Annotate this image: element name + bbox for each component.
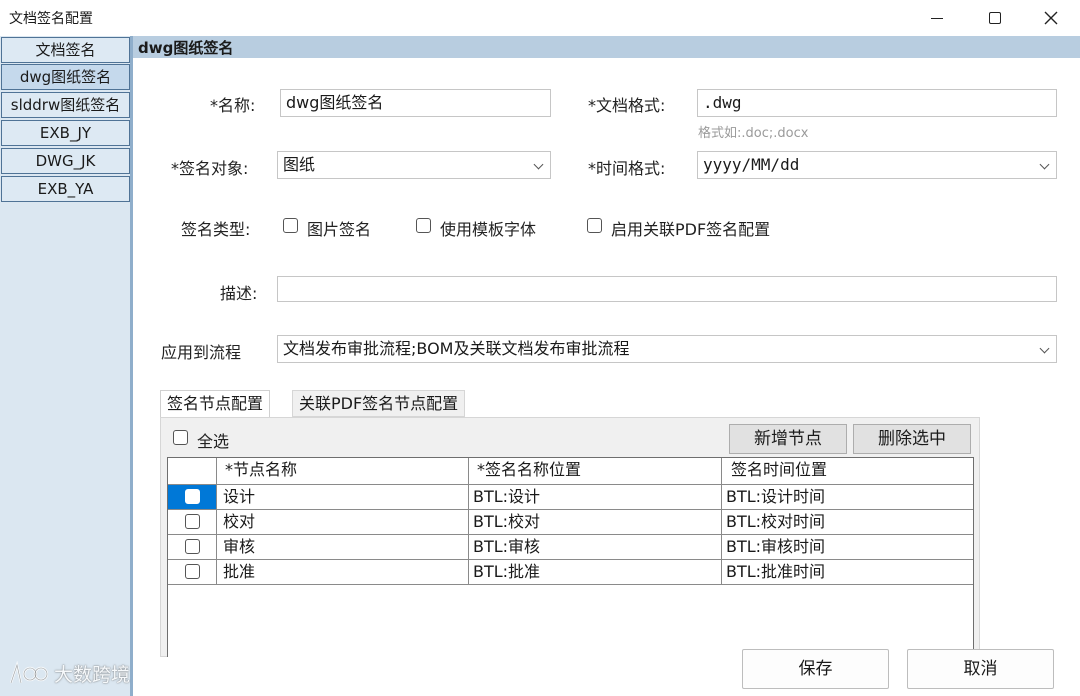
format-hint: 格式如:.doc;.docx (698, 126, 809, 141)
node-name-cell[interactable]: 批准 (223, 560, 255, 584)
node-name-cell[interactable]: 校对 (223, 510, 255, 534)
sidebar-item-dwg-jk[interactable]: DWG_JK (1, 148, 130, 174)
maximize-icon (989, 12, 1001, 24)
flow-select[interactable]: 文档发布审批流程;BOM及关联文档发布审批流程 (277, 335, 1057, 363)
sidebar-item-exb-jy[interactable]: EXB_JY (1, 120, 130, 146)
row-divider (168, 559, 973, 560)
sign-pos-cell[interactable]: BTL:审核 (473, 535, 540, 559)
watermark-logo-icon (9, 660, 48, 683)
minimize-icon (931, 17, 943, 19)
name-label: *名称: (210, 96, 256, 115)
sidebar-item-label: 文档签名 (35, 41, 96, 59)
pdf-sign-label: 启用关联PDF签名配置 (611, 220, 771, 239)
column-header-time-pos[interactable]: 签名时间位置 (731, 458, 827, 482)
row-checkbox[interactable] (185, 489, 200, 504)
column-divider (216, 458, 217, 584)
format-input[interactable]: .dwg (697, 89, 1057, 117)
add-node-button[interactable]: 新增节点 (729, 424, 847, 454)
watermark-text: 大数跨境 (54, 664, 131, 686)
sidebar-item-slddrw-sign[interactable]: slddrw图纸签名 (1, 92, 130, 118)
sidebar-item-label: dwg图纸签名 (19, 68, 112, 86)
row-divider (168, 484, 973, 485)
maximize-button[interactable] (966, 0, 1024, 36)
sign-pos-cell[interactable]: BTL:批准 (473, 560, 540, 584)
row-divider (168, 509, 973, 510)
time-pos-cell[interactable]: BTL:设计时间 (726, 485, 825, 509)
node-name-cell[interactable]: 设计 (223, 485, 255, 509)
pdf-sign-checkbox[interactable] (587, 218, 602, 233)
image-sign-label: 图片签名 (307, 220, 372, 239)
image-sign-checkbox[interactable] (283, 218, 298, 233)
column-header-sign-pos[interactable]: *签名名称位置 (477, 458, 581, 482)
time-format-value: yyyy/MM/dd (703, 155, 800, 174)
desc-label: 描述: (220, 284, 258, 303)
select-all-checkbox[interactable] (173, 430, 188, 445)
target-label: *签名对象: (171, 159, 249, 178)
flow-label: 应用到流程 (161, 343, 242, 362)
time-format-label: *时间格式: (588, 159, 666, 178)
time-pos-cell[interactable]: BTL:校对时间 (726, 510, 825, 534)
minimize-button[interactable] (908, 0, 966, 36)
sidebar-item-label: DWG_JK (35, 152, 96, 170)
node-name-cell[interactable]: 审核 (223, 535, 255, 559)
sidebar-item-label: EXB_JY (39, 124, 92, 142)
sidebar-item-exb-ya[interactable]: EXB_YA (1, 176, 130, 202)
tab-sign-node-config[interactable]: 签名节点配置 (160, 390, 271, 417)
sidebar-item-label: slddrw图纸签名 (10, 96, 121, 114)
name-input[interactable]: dwg图纸签名 (280, 89, 551, 117)
target-select[interactable]: 图纸 (277, 151, 551, 179)
chevron-down-icon (533, 159, 544, 170)
sign-pos-cell[interactable]: BTL:校对 (473, 510, 540, 534)
tab-pdf-sign-node-config[interactable]: 关联PDF签名节点配置 (292, 390, 466, 417)
desc-input[interactable] (277, 276, 1057, 302)
close-icon (1044, 11, 1058, 25)
template-font-checkbox[interactable] (416, 218, 431, 233)
chevron-down-icon (1039, 159, 1050, 170)
column-divider (468, 458, 469, 584)
window-title: 文档签名配置 (9, 11, 93, 27)
chevron-down-icon (1039, 343, 1050, 354)
sidebar-item-dwg-sign[interactable]: dwg图纸签名 (1, 64, 130, 90)
sign-type-label: 签名类型: (181, 220, 251, 239)
cancel-button[interactable]: 取消 (907, 649, 1054, 689)
column-divider (721, 458, 722, 584)
row-divider (168, 584, 973, 585)
row-checkbox[interactable] (185, 564, 200, 579)
node-table (167, 457, 974, 657)
title-bar: 文档签名配置 (0, 0, 1080, 36)
save-button[interactable]: 保存 (742, 649, 889, 689)
format-label: *文档格式: (588, 96, 666, 115)
time-format-select[interactable]: yyyy/MM/dd (697, 151, 1057, 179)
sidebar-item-doc-sign[interactable]: 文档签名 (1, 37, 130, 63)
row-checkbox[interactable] (185, 539, 200, 554)
flow-select-value: 文档发布审批流程;BOM及关联文档发布审批流程 (283, 339, 630, 358)
watermark: 大数跨境 (8, 660, 130, 687)
select-all-label: 全选 (197, 432, 230, 451)
delete-selected-button[interactable]: 删除选中 (853, 424, 971, 454)
row-divider (168, 534, 973, 535)
row-checkbox[interactable] (185, 514, 200, 529)
time-pos-cell[interactable]: BTL:审核时间 (726, 535, 825, 559)
sidebar-item-label: EXB_YA (37, 180, 94, 198)
template-font-label: 使用模板字体 (440, 220, 537, 239)
target-select-value: 图纸 (283, 155, 316, 174)
close-button[interactable] (1022, 0, 1080, 36)
time-pos-cell[interactable]: BTL:批准时间 (726, 560, 825, 584)
column-header-node-name[interactable]: *节点名称 (225, 458, 297, 482)
sign-pos-cell[interactable]: BTL:设计 (473, 485, 540, 509)
page-title: dwg图纸签名 (138, 39, 234, 57)
content-header: dwg图纸签名 (133, 36, 1080, 58)
